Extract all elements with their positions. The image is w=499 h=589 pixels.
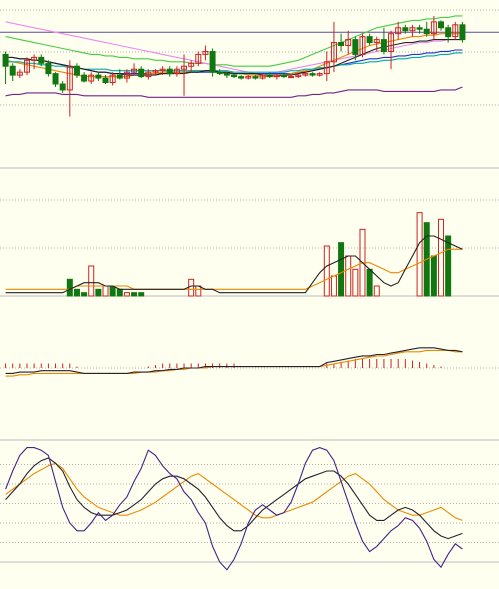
candle-down <box>280 74 287 78</box>
price-panel <box>0 9 499 169</box>
volume-bar <box>373 285 380 297</box>
volume-bar <box>445 235 452 297</box>
volume-ma-line-2 <box>5 235 463 294</box>
candle-down <box>338 42 345 47</box>
candle-down <box>2 53 9 67</box>
volume-bar <box>188 278 195 297</box>
candle-down <box>102 77 109 84</box>
volume-bar <box>66 278 73 297</box>
volume-bar <box>123 292 130 297</box>
candle-down <box>216 71 223 75</box>
candle-down <box>402 27 409 32</box>
volume-bar <box>345 255 352 297</box>
volume-bar <box>131 292 138 297</box>
candle-down <box>223 73 230 76</box>
candle-down <box>252 76 259 79</box>
macd-panel <box>0 347 499 441</box>
candle-down <box>231 74 237 78</box>
macd-line-1 <box>5 349 463 377</box>
candle-down <box>366 36 373 44</box>
stochastic-panel <box>0 447 499 571</box>
candle-down <box>59 83 66 91</box>
candle-down <box>459 24 466 41</box>
candle-down <box>81 74 88 82</box>
candle-down <box>166 68 173 75</box>
candle-down <box>52 73 59 85</box>
candle-down <box>309 73 316 76</box>
candle-down <box>95 74 102 79</box>
candle-down <box>423 28 430 35</box>
candle-down <box>445 27 452 38</box>
volume-bar <box>338 242 345 297</box>
stochastic-line-3 <box>5 447 463 571</box>
candle-down <box>266 74 273 78</box>
volume-bar <box>323 245 330 297</box>
stock-chart <box>0 9 499 571</box>
candle-down <box>73 65 80 76</box>
stochastic-line-2 <box>5 457 463 540</box>
volume-bar <box>116 288 123 297</box>
volume-bar <box>102 285 109 297</box>
candle-down <box>238 76 245 79</box>
volume-bar <box>366 268 373 297</box>
candle-down <box>45 62 52 75</box>
volume-bar <box>438 218 445 297</box>
candle-up <box>288 76 295 79</box>
volume-bar <box>138 292 145 297</box>
candle-down <box>352 39 359 55</box>
stochastic-line-1 <box>5 462 463 521</box>
candle-down <box>416 27 423 30</box>
price-ma-line-7 <box>5 86 463 98</box>
volume-bar <box>73 288 80 297</box>
volume-bar <box>352 268 359 297</box>
volume-bar <box>195 285 202 297</box>
volume-bar <box>95 288 102 297</box>
candle-down <box>9 65 16 76</box>
candle-down <box>116 74 123 79</box>
volume-panel <box>0 199 499 297</box>
volume-ma-line-1 <box>5 248 463 290</box>
volume-bar <box>330 275 337 297</box>
candle-down <box>38 56 45 64</box>
volume-bar <box>81 292 88 297</box>
candle-down <box>438 21 445 29</box>
volume-bar <box>416 212 423 297</box>
macd-line-2 <box>5 347 463 374</box>
volume-bar <box>430 255 437 297</box>
candle-down <box>380 39 387 52</box>
candle-down <box>209 50 216 73</box>
volume-bar <box>109 285 116 297</box>
volume-bar <box>88 265 95 297</box>
candle-down <box>138 68 145 78</box>
